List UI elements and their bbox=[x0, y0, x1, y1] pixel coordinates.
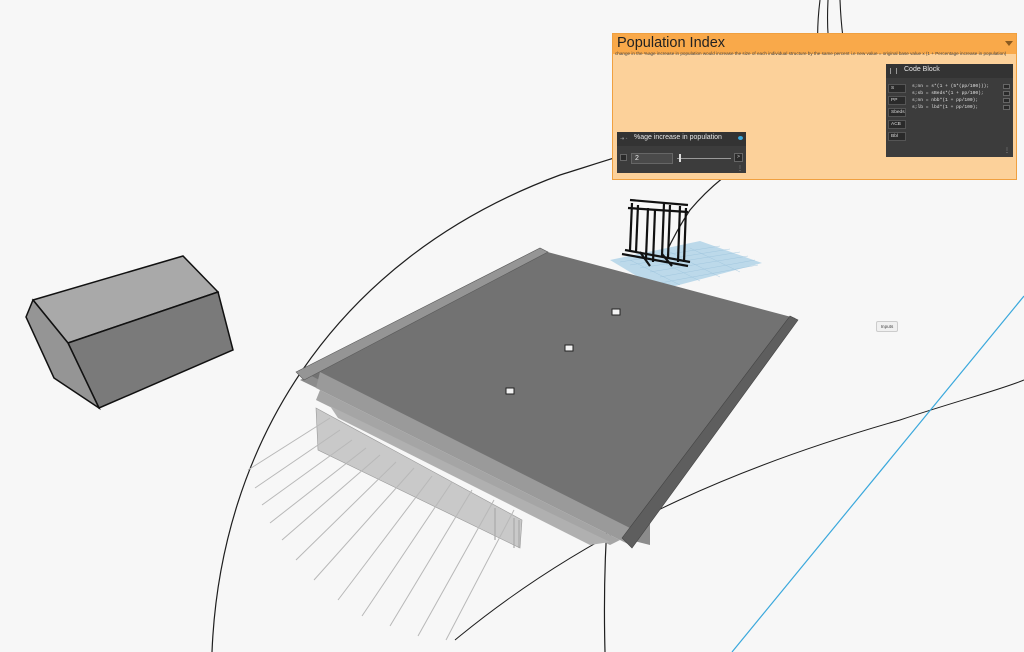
code-line: s;nn = nbb*(1 + pp/100); bbox=[912, 98, 979, 103]
chevron-down-icon[interactable] bbox=[1005, 41, 1013, 46]
node-header[interactable]: ⇥ ◦ %age increase in population bbox=[617, 132, 746, 146]
input-port-sbeds[interactable]: Sbeds bbox=[888, 108, 906, 117]
play-icon[interactable] bbox=[620, 154, 627, 161]
slider-value-input[interactable]: 2 bbox=[631, 153, 673, 164]
node-header[interactable]: Code Block bbox=[886, 64, 1013, 78]
input-port-s[interactable]: S bbox=[888, 84, 906, 93]
node-grip-icon bbox=[890, 68, 897, 74]
more-options-icon[interactable]: ⋮ bbox=[1004, 147, 1010, 154]
slider-track[interactable] bbox=[677, 158, 731, 159]
input-port-acb[interactable]: ACB bbox=[888, 120, 906, 129]
output-port[interactable] bbox=[1003, 98, 1010, 103]
group-title: Population Index bbox=[617, 35, 726, 51]
input-port-bbl[interactable]: Bbl bbox=[888, 132, 906, 141]
node-title: Code Block bbox=[904, 66, 940, 73]
code-editor[interactable]: s;nn = s*(1 + (5*(pp/100))); s;sb = sBed… bbox=[910, 82, 1000, 112]
input-port-pp[interactable]: PP bbox=[888, 96, 906, 105]
node-grip-icon: ⇥ ◦ bbox=[620, 136, 628, 142]
population-slider-node[interactable]: ⇥ ◦ %age increase in population 2 > ⋮ bbox=[617, 132, 746, 173]
eye-icon[interactable] bbox=[738, 136, 743, 140]
code-line: s;lb = lbd*(1 + pp/100); bbox=[912, 105, 979, 110]
output-port[interactable] bbox=[1003, 105, 1010, 110]
code-block-node[interactable]: Code Block S PP Sbeds ACB Bbl s;nn = s*(… bbox=[886, 64, 1013, 157]
more-options-icon[interactable]: ⋮ bbox=[737, 165, 743, 172]
slider-thumb[interactable] bbox=[679, 154, 681, 162]
group-description: change in the %age increase in populatio… bbox=[615, 51, 1007, 56]
slider-title: %age increase in population bbox=[634, 134, 722, 141]
output-port[interactable] bbox=[1003, 84, 1010, 89]
code-line: s;sb = sBeds*(1 + pp/100); bbox=[912, 91, 984, 96]
inputs-badge[interactable]: Inputs bbox=[876, 321, 898, 332]
output-port[interactable]: > bbox=[734, 153, 743, 162]
output-port[interactable] bbox=[1003, 91, 1010, 96]
code-line: s;nn = s*(1 + (5*(pp/100))); bbox=[912, 84, 990, 89]
